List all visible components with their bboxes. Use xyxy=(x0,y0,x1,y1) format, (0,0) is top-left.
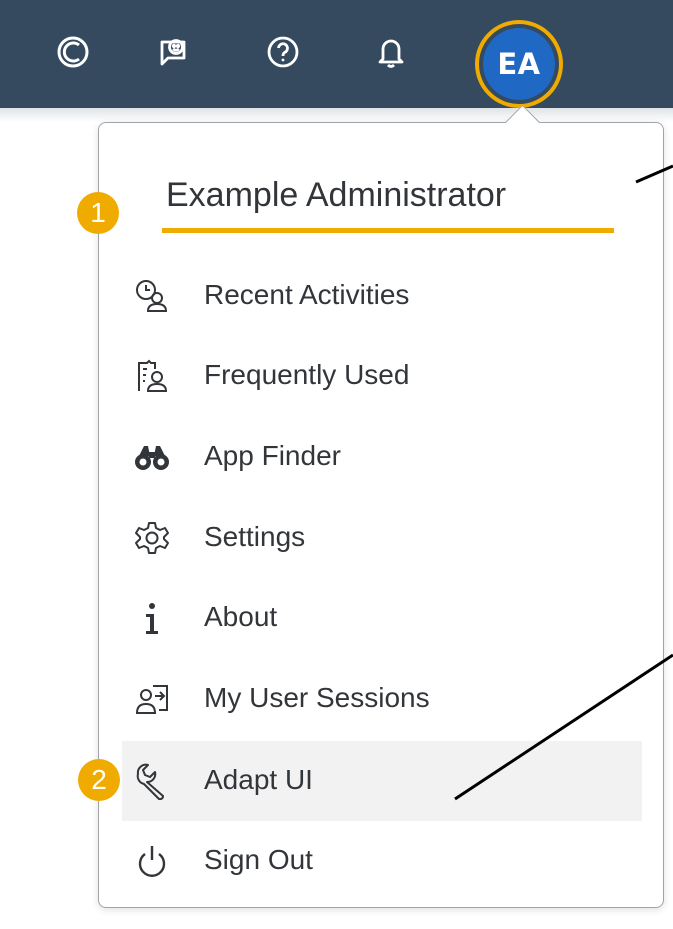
wrench-icon xyxy=(132,761,172,801)
menu-item-app-finder[interactable]: App Finder xyxy=(122,417,642,497)
info-icon xyxy=(132,598,172,638)
gear-icon xyxy=(132,518,172,558)
menu-item-label: My User Sessions xyxy=(204,682,430,713)
avatar-initials: EA xyxy=(497,47,541,81)
help-icon xyxy=(265,34,301,70)
menu-item-sign-out[interactable]: Sign Out xyxy=(122,821,642,901)
user-avatar-button[interactable]: EA xyxy=(475,20,563,108)
notification-bell-icon xyxy=(374,34,408,70)
annotation-marker-1: 1 xyxy=(77,192,119,234)
menu-item-frequently-used[interactable]: Frequently Used xyxy=(122,336,642,416)
menu-item-label: App Finder xyxy=(204,440,341,471)
feedback-icon xyxy=(154,34,192,70)
menu-item-recent-activities[interactable]: Recent Activities xyxy=(122,256,642,336)
user-name: Example Administrator xyxy=(166,176,507,214)
binoculars-icon xyxy=(132,437,172,477)
power-icon xyxy=(132,841,172,881)
annotation-marker-2: 2 xyxy=(78,759,120,801)
menu-item-label: Adapt UI xyxy=(204,764,313,795)
menu-item-label: About xyxy=(204,601,278,632)
shell-bar: EA xyxy=(0,0,673,108)
highlight-underline xyxy=(162,228,614,233)
frequently-used-icon xyxy=(132,356,172,396)
avatar: EA xyxy=(483,28,555,100)
copilot-icon xyxy=(55,34,91,70)
menu-item-label: Sign Out xyxy=(204,844,313,875)
notifications-button[interactable] xyxy=(366,27,416,77)
feedback-button[interactable] xyxy=(148,27,198,77)
user-sessions-icon xyxy=(132,679,172,719)
menu-item-about[interactable]: About xyxy=(122,578,642,658)
recent-activities-icon xyxy=(132,276,172,316)
copilot-button[interactable] xyxy=(48,27,98,77)
menu-item-label: Recent Activities xyxy=(204,279,410,310)
help-button[interactable] xyxy=(258,27,308,77)
menu-item-settings[interactable]: Settings xyxy=(122,498,642,578)
menu-item-my-user-sessions[interactable]: My User Sessions xyxy=(122,659,642,739)
shell-bar-shadow xyxy=(0,108,673,122)
menu-item-label: Frequently Used xyxy=(204,359,410,390)
menu-item-label: Settings xyxy=(204,521,306,552)
menu-item-adapt-ui[interactable]: Adapt UI xyxy=(122,741,642,821)
